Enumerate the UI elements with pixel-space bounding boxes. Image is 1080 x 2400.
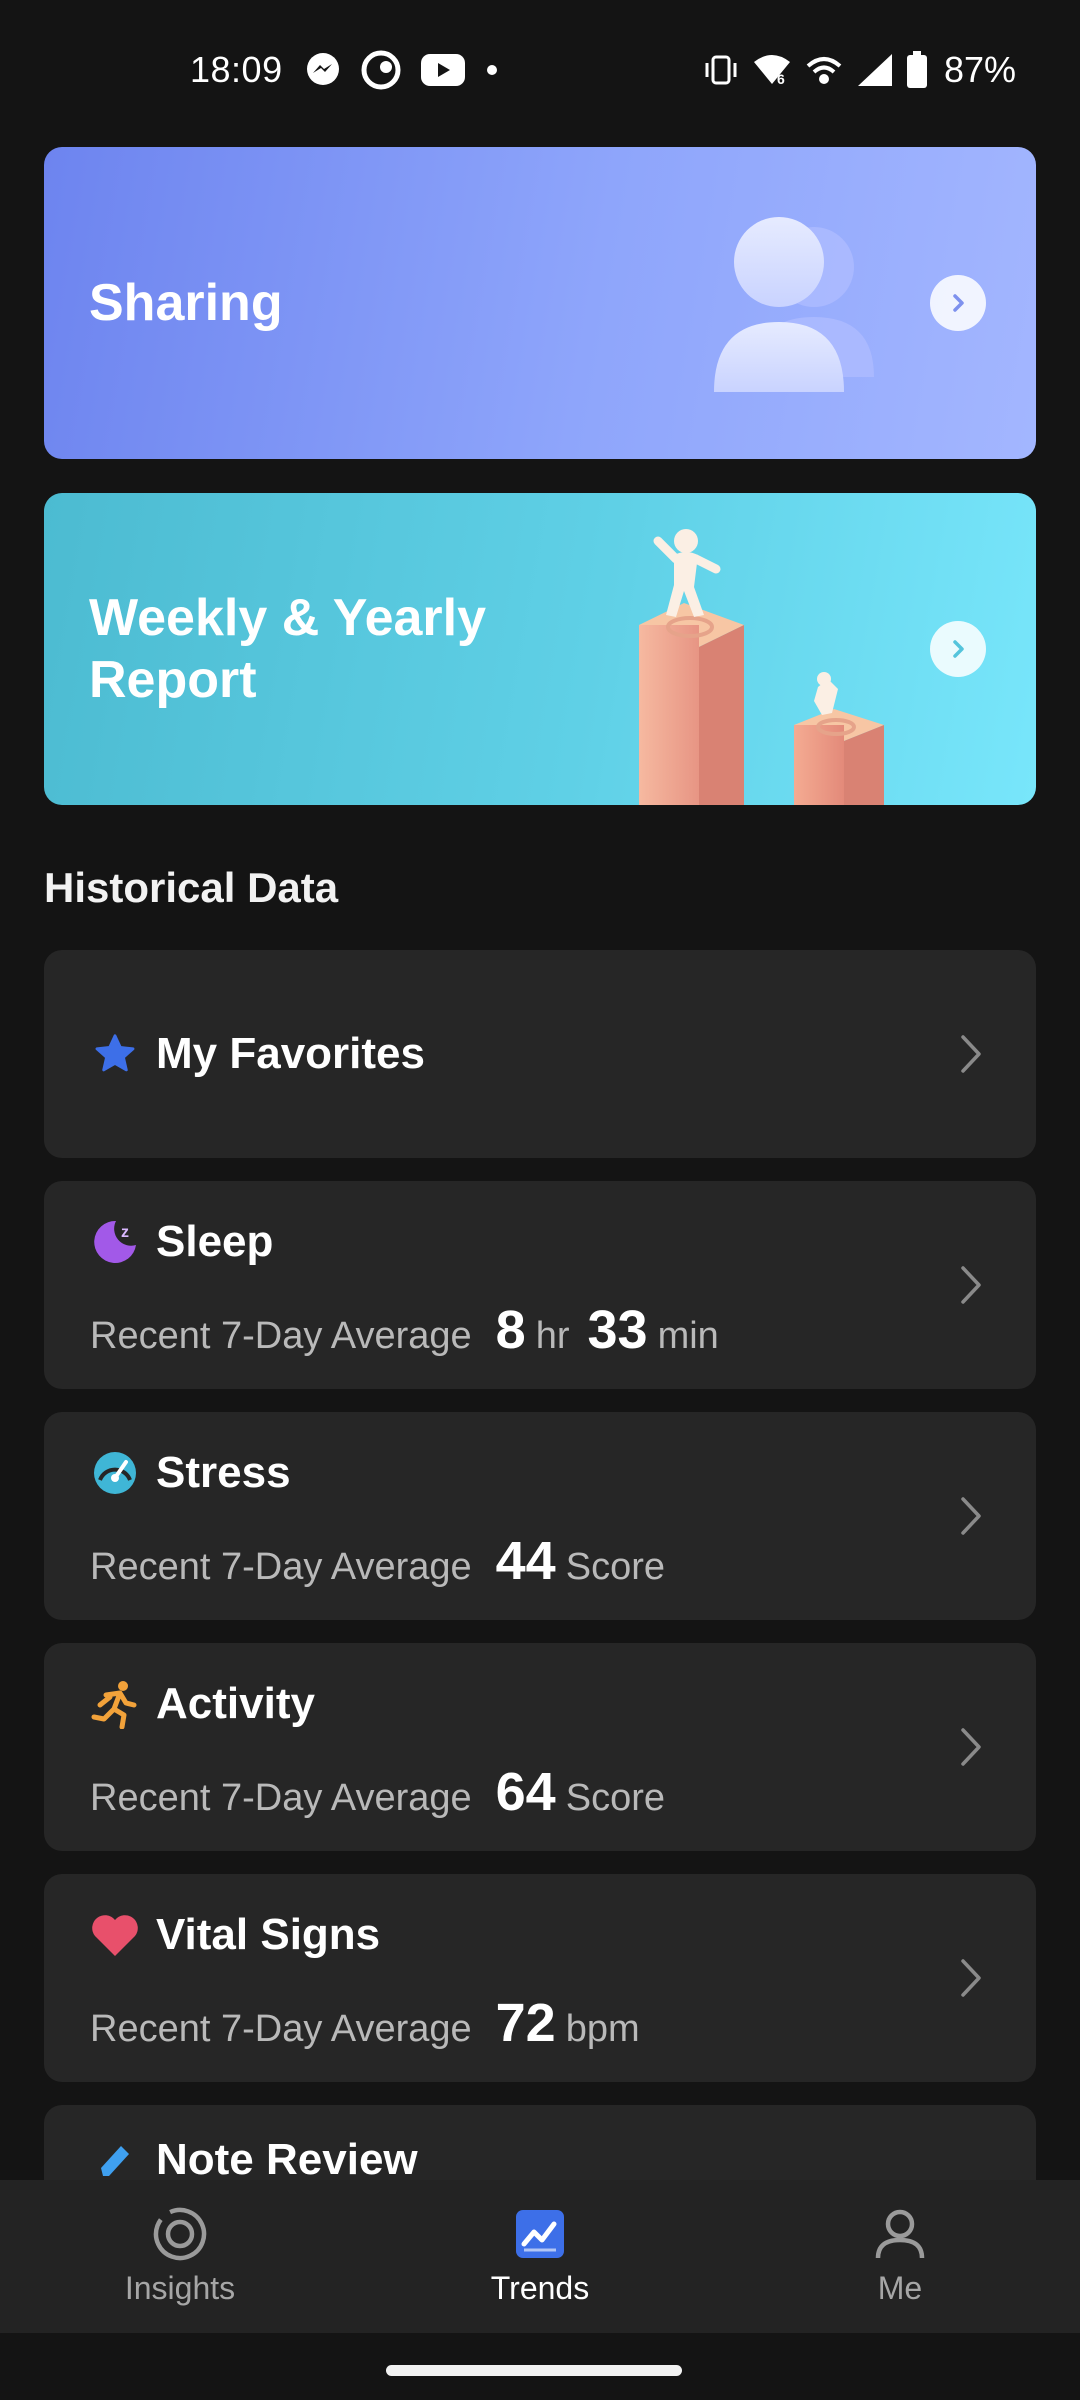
note-review-title: Note Review <box>156 2135 418 2184</box>
people-illustration <box>714 217 874 392</box>
activity-title: Activity <box>156 1679 315 1728</box>
vital-signs-title: Vital Signs <box>156 1910 381 1959</box>
dot-icon <box>485 63 499 77</box>
insights-icon <box>152 2206 208 2262</box>
status-bar: 18:09 6 87% <box>0 0 1080 140</box>
sleep-average-label: Recent 7-Day Average <box>90 1315 472 1357</box>
bottom-navigation: Insights Trends Me <box>0 2180 1080 2333</box>
podium-illustration <box>639 529 884 805</box>
chevron-right-icon <box>956 1494 986 1538</box>
vital-signs-card[interactable]: Vital Signs Recent 7-Day Average 72 bpm <box>44 1874 1036 2082</box>
sharing-chevron-icon <box>930 275 986 331</box>
chevron-right-icon <box>956 1263 986 1307</box>
person-icon <box>872 2206 928 2262</box>
report-title: Weekly & Yearly Report <box>89 589 487 709</box>
weekly-yearly-report-banner[interactable]: Weekly & Yearly Report <box>44 493 1036 805</box>
battery-percentage: 87% <box>943 49 1016 90</box>
stress-value: 44 <box>495 1531 556 1591</box>
signal-icon <box>856 52 894 88</box>
chevron-right-icon <box>956 1032 986 1076</box>
nav-insights[interactable]: Insights <box>0 2180 360 2307</box>
chevron-right-icon <box>956 1725 986 1769</box>
status-time: 18:09 <box>190 49 283 90</box>
chevron-right-icon <box>956 1956 986 2000</box>
sleep-minutes-unit: min <box>657 1315 719 1357</box>
sleep-hours-unit: hr <box>535 1315 570 1357</box>
svg-text:6: 6 <box>777 71 785 87</box>
my-favorites-card[interactable]: My Favorites <box>44 950 1036 1158</box>
stress-unit: Score <box>565 1546 665 1588</box>
stress-title: Stress <box>156 1448 291 1497</box>
vital-signs-unit: bpm <box>565 2008 640 2050</box>
nav-insights-label: Insights <box>124 2270 236 2306</box>
sharing-title: Sharing <box>89 274 283 332</box>
activity-unit: Score <box>565 1777 665 1819</box>
pencil-icon <box>90 2135 140 2185</box>
stress-average-label: Recent 7-Day Average <box>90 1546 472 1588</box>
sharing-banner[interactable]: Sharing <box>44 147 1036 459</box>
sleep-card[interactable]: z Sleep Recent 7-Day Average 8 hr 33 min <box>44 1181 1036 1389</box>
trends-screen: 18:09 6 87% Sharing Weekly & Yearly Repo… <box>0 0 1080 2400</box>
stress-card[interactable]: Stress Recent 7-Day Average 44 Score <box>44 1412 1036 1620</box>
historical-data-title: Historical Data <box>44 864 339 911</box>
nav-me[interactable]: Me <box>720 2180 1080 2307</box>
messenger-icon <box>305 52 341 88</box>
star-icon <box>90 1029 140 1079</box>
wifi-6-icon: 6 <box>752 52 792 88</box>
nav-trends-label: Trends <box>490 2270 590 2306</box>
trends-icon <box>512 2206 568 2262</box>
crunchyroll-icon <box>361 50 401 90</box>
vital-signs-value: 72 <box>495 1993 556 2053</box>
svg-text:z: z <box>121 1224 129 1241</box>
sleep-hours-value: 8 <box>495 1300 526 1360</box>
heart-icon <box>90 1910 140 1960</box>
battery-icon <box>906 51 928 89</box>
vital-signs-average-label: Recent 7-Day Average <box>90 2008 472 2050</box>
nav-trends[interactable]: Trends <box>360 2180 720 2307</box>
sleep-moon-icon: z <box>90 1217 140 1267</box>
home-indicator[interactable] <box>386 2365 682 2376</box>
my-favorites-title: My Favorites <box>156 1029 425 1078</box>
vibrate-icon <box>702 54 740 86</box>
activity-value: 64 <box>495 1762 556 1822</box>
youtube-icon <box>420 54 465 86</box>
running-icon <box>90 1679 140 1729</box>
hotspot-icon <box>804 52 844 88</box>
nav-me-label: Me <box>877 2270 923 2306</box>
activity-average-label: Recent 7-Day Average <box>90 1777 472 1819</box>
sleep-title: Sleep <box>156 1217 274 1266</box>
sleep-minutes-value: 33 <box>587 1300 648 1360</box>
report-chevron-icon <box>930 621 986 677</box>
activity-card[interactable]: Activity Recent 7-Day Average 64 Score <box>44 1643 1036 1851</box>
stress-gauge-icon <box>90 1448 140 1498</box>
